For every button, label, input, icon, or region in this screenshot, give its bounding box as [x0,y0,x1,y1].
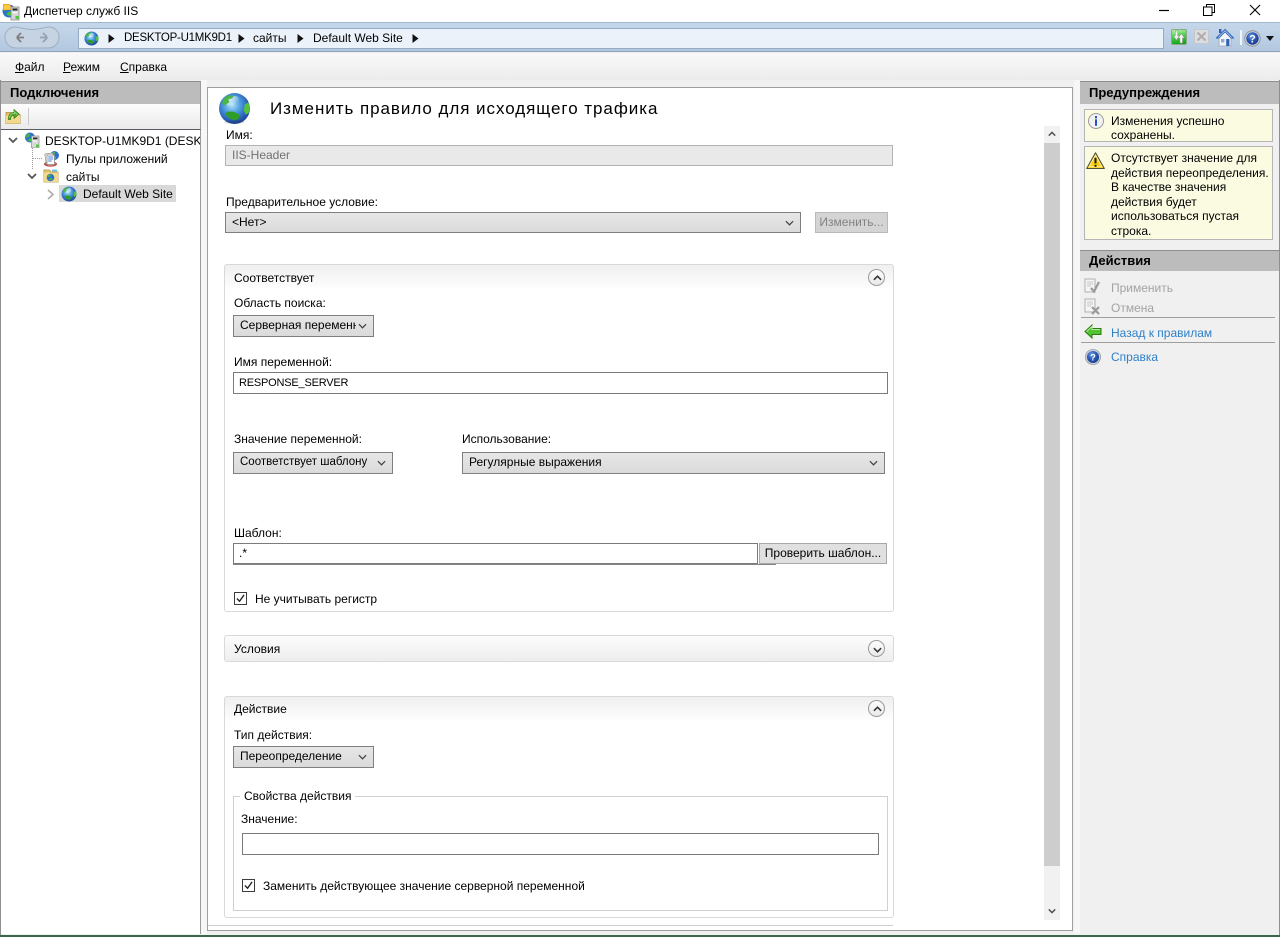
svg-text:?: ? [1090,353,1096,363]
svg-text:?: ? [1249,34,1256,46]
